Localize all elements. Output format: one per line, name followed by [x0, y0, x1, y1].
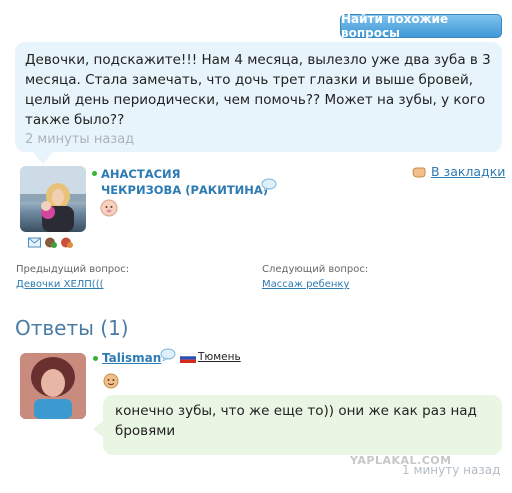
answer-avatar-photo — [20, 353, 86, 419]
mail-icon[interactable] — [28, 237, 41, 248]
add-friend-icon[interactable] — [44, 237, 57, 248]
hand-icon — [412, 167, 426, 177]
find-similar-questions-button[interactable]: Найти похожие вопросы — [340, 12, 502, 40]
author-avatar[interactable] — [20, 166, 86, 232]
next-question-label: Следующий вопрос: — [262, 264, 369, 275]
author-avatar-photo — [20, 166, 86, 232]
question-time: 2 минуты назад — [25, 132, 135, 147]
answer-user-city[interactable]: Тюмень — [198, 351, 241, 363]
bookmark-label: В закладки — [431, 164, 506, 179]
user-face-icon — [103, 373, 119, 389]
prev-question-label: Предыдущий вопрос: — [16, 264, 130, 275]
answer-user-avatar[interactable] — [20, 353, 86, 419]
question-bubble: Девочки, подскажите!!! Нам 4 месяца, выл… — [15, 42, 502, 164]
baby-icon — [100, 199, 118, 217]
answer-time: 1 минуту назад — [402, 463, 501, 477]
author-online-dot — [92, 171, 97, 176]
author-action-icons — [28, 237, 73, 248]
answer-online-dot — [93, 356, 98, 361]
author-name[interactable]: АНАСТАСИЯ ЧЕКРИЗОВА (РАКИТИНА) — [101, 166, 268, 198]
gift-icon[interactable] — [60, 237, 73, 248]
prev-question-link[interactable]: Девочки ХЕЛП((( — [16, 279, 104, 290]
author-name-line2: ЧЕКРИЗОВА (РАКИТИНА) — [101, 183, 269, 197]
bookmark-link[interactable]: В закладки — [411, 164, 505, 179]
russia-flag-icon — [180, 353, 196, 363]
next-question-link[interactable]: Массаж ребенку — [262, 279, 349, 290]
answer-user-name[interactable]: Talisman — [102, 350, 161, 366]
speech-bubble-icon[interactable] — [160, 348, 176, 362]
author-name-line1: АНАСТАСИЯ — [101, 167, 181, 181]
answers-heading: Ответы (1) — [15, 316, 129, 340]
question-text: Девочки, подскажите!!! Нам 4 месяца, выл… — [25, 52, 491, 128]
speech-bubble-icon[interactable] — [261, 178, 277, 192]
answer-text: конечно зубы, что же еще то)) они же как… — [115, 403, 477, 439]
answer-bubble: конечно зубы, что же еще то)) они же как… — [93, 395, 502, 455]
